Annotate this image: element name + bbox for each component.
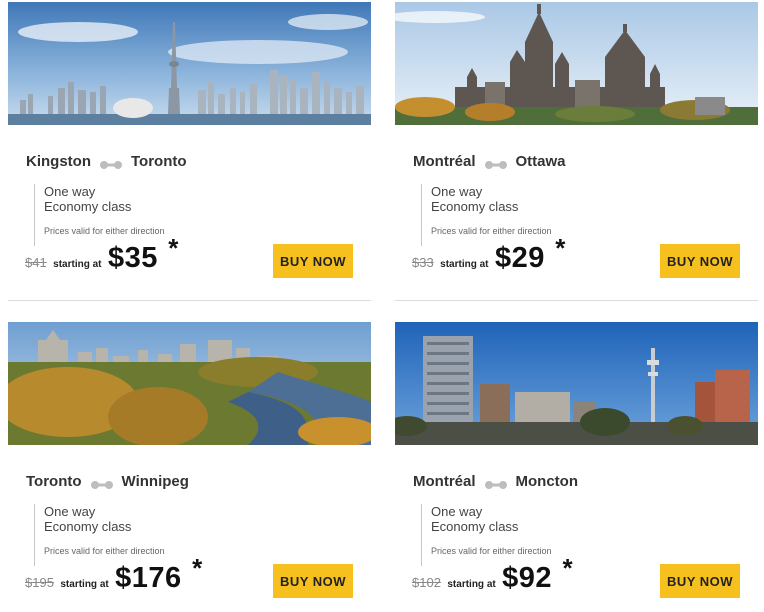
card-divider [395,300,758,301]
old-price: $195 [25,575,54,590]
deal-card-montreal-moncton: Montréal Moncton One way Economy class P… [395,322,758,612]
route-link-icon [484,477,507,489]
fare-details: One way Economy class Prices valid for e… [421,184,552,246]
route-title: Montréal Ottawa [413,153,566,170]
destination-city: Winnipeg [121,473,189,490]
current-price: $92 [502,562,553,594]
trip-type: One way [44,184,96,199]
destination-city: Toronto [131,153,187,170]
price-line: $41 starting at $35 * [25,233,178,275]
starting-at-label: starting at [60,579,109,590]
starting-at-label: starting at [440,259,489,270]
toronto-skyline-photo[interactable] [8,2,371,125]
price-asterisk: * [562,553,573,583]
price-line: $102 starting at $92 * [412,553,573,595]
price-line: $195 starting at $176 * [25,553,202,595]
price-asterisk: * [555,233,566,263]
validity-note: Prices valid for either direction [44,546,165,556]
buy-now-button[interactable]: BUY NOW [273,244,353,278]
deal-card-kingston-toronto: Kingston Toronto One way Economy class P… [8,2,371,301]
buy-now-button[interactable]: BUY NOW [273,564,353,598]
origin-city: Montréal [413,153,476,170]
trip-type: One way [431,504,483,519]
cabin-class: Economy class [44,519,132,534]
price-line: $33 starting at $29 * [412,233,565,275]
buy-now-button[interactable]: BUY NOW [660,564,740,598]
fare-details: One way Economy class Prices valid for e… [421,504,552,566]
route-link-icon [484,157,507,169]
origin-city: Kingston [26,153,91,170]
current-price: $176 [115,562,182,594]
fare-details: One way Economy class Prices valid for e… [34,504,165,566]
cabin-class: Economy class [431,519,519,534]
old-price: $41 [25,255,47,270]
price-asterisk: * [192,553,203,583]
deal-card-montreal-ottawa: Montréal Ottawa One way Economy class Pr… [395,2,758,301]
starting-at-label: starting at [447,579,496,590]
route-title: Kingston Toronto [26,153,187,170]
ottawa-parliament-photo[interactable] [395,2,758,125]
old-price: $102 [412,575,441,590]
validity-note: Prices valid for either direction [431,546,552,556]
trip-type: One way [431,184,483,199]
deal-card-toronto-winnipeg: Toronto Winnipeg One way Economy class P… [8,322,371,612]
winnipeg-river-photo[interactable] [8,322,371,445]
fare-details: One way Economy class Prices valid for e… [34,184,165,246]
moncton-city-photo[interactable] [395,322,758,445]
origin-city: Toronto [26,473,82,490]
buy-now-button[interactable]: BUY NOW [660,244,740,278]
route-link-icon [90,477,113,489]
destination-city: Ottawa [515,153,566,170]
route-title: Toronto Winnipeg [26,473,189,490]
current-price: $35 [107,242,158,274]
destination-city: Moncton [515,473,578,490]
cabin-class: Economy class [44,199,132,214]
starting-at-label: starting at [53,259,102,270]
current-price: $29 [494,242,545,274]
cabin-class: Economy class [431,199,519,214]
validity-note: Prices valid for either direction [44,226,165,236]
old-price: $33 [412,255,434,270]
origin-city: Montréal [413,473,476,490]
route-link-icon [100,157,122,169]
validity-note: Prices valid for either direction [431,226,552,236]
trip-type: One way [44,504,96,519]
route-title: Montréal Moncton [413,473,578,490]
card-divider [8,300,371,301]
price-asterisk: * [168,233,179,263]
